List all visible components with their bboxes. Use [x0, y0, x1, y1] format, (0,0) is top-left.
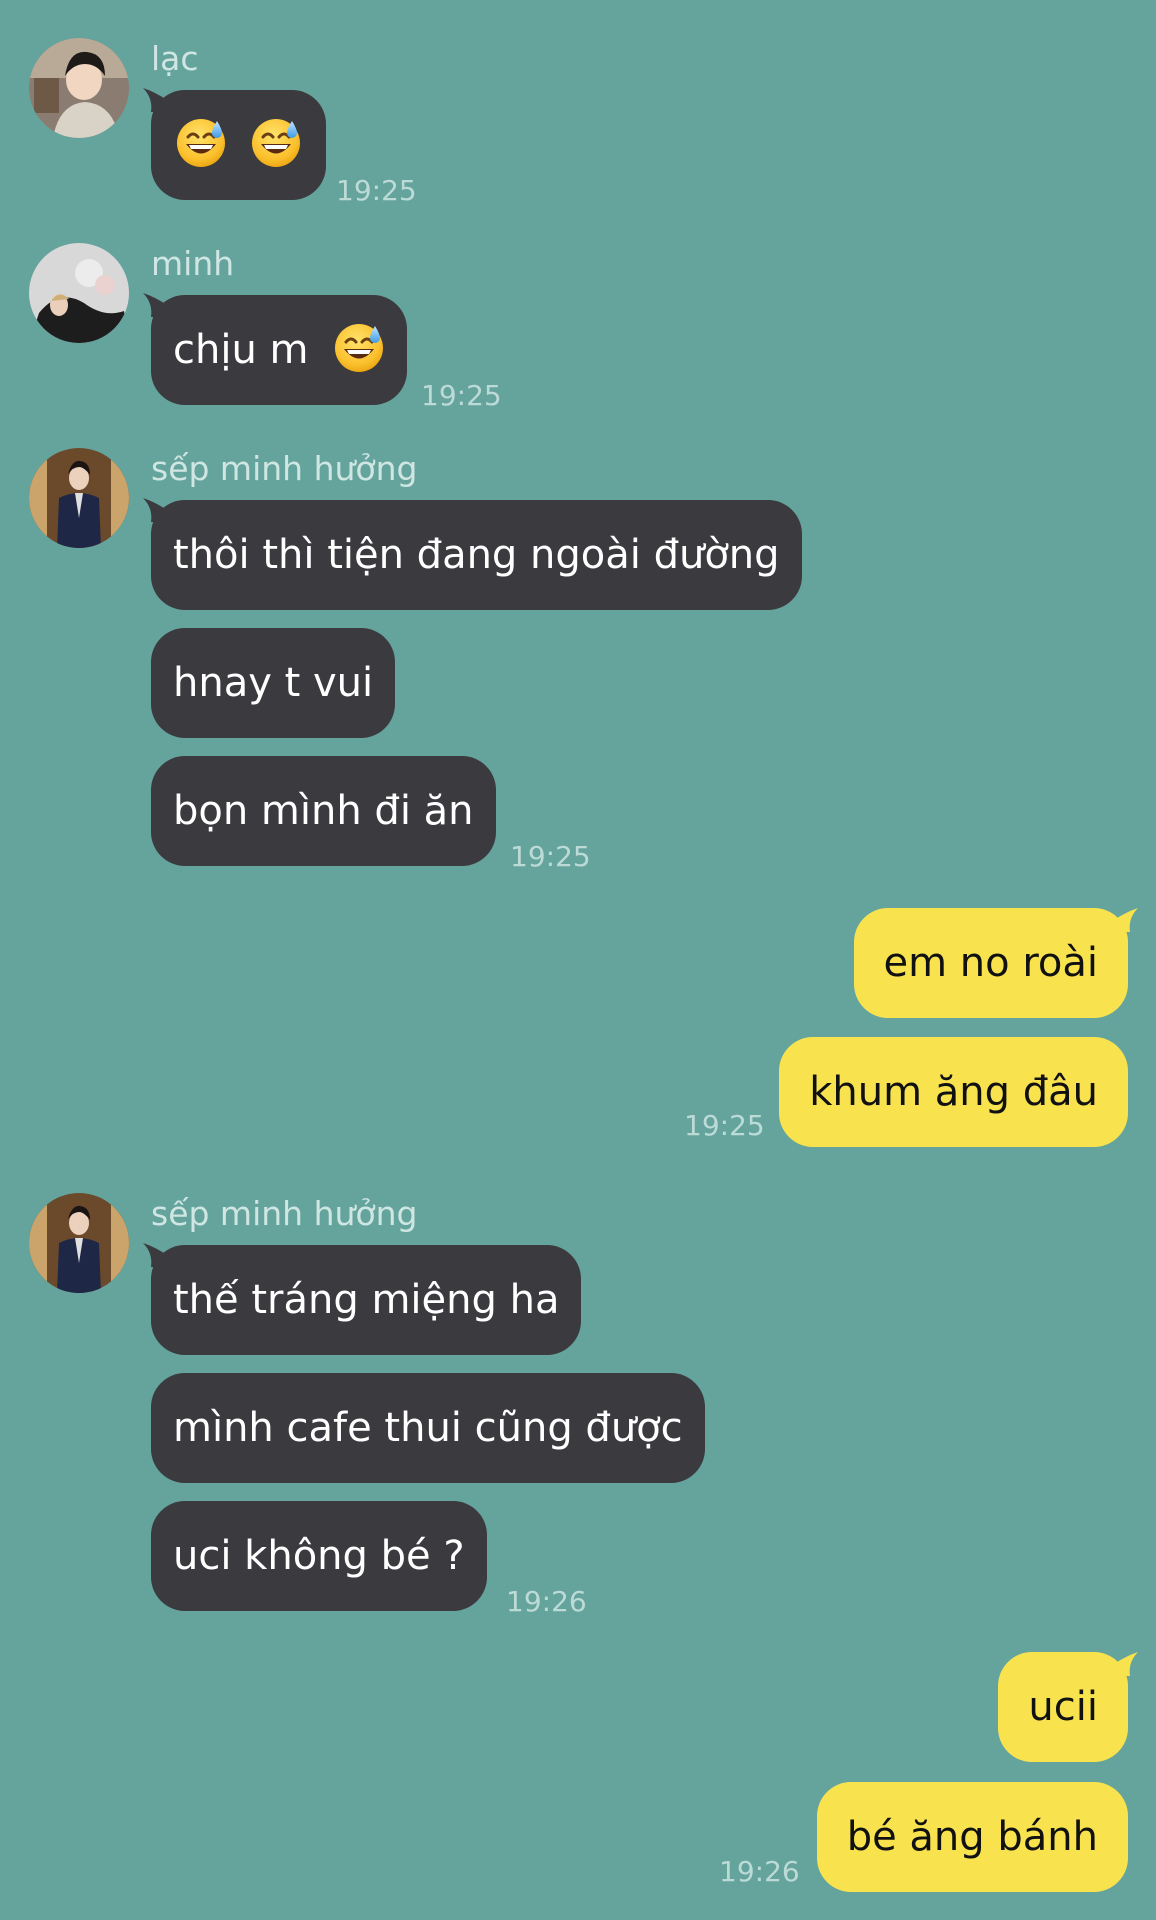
timestamp: 19:26: [719, 1855, 800, 1888]
timestamp: 19:25: [421, 379, 502, 412]
sender-name: lạc: [151, 39, 199, 78]
grinning-sweat-icon: [250, 117, 302, 169]
sender-name: minh: [151, 244, 235, 283]
message-text: chịu m: [173, 327, 309, 373]
message-bubble-outgoing[interactable]: bé ăng bánh: [816, 1782, 1128, 1892]
sender-name: sếp minh hưởng: [151, 449, 418, 488]
timestamp: 19:25: [510, 840, 591, 873]
message-bubble[interactable]: chịu m: [151, 295, 408, 405]
message-bubble-outgoing[interactable]: khum ăng đâu: [779, 1037, 1128, 1147]
timestamp: 19:25: [684, 1109, 765, 1142]
timestamp: 19:25: [336, 174, 417, 207]
avatar-sep-minh-huong[interactable]: [29, 1193, 129, 1293]
message-bubble[interactable]: mình cafe thui cũng được: [151, 1373, 705, 1483]
timestamp: 19:26: [506, 1585, 587, 1618]
avatar-lac[interactable]: [29, 38, 129, 138]
message-bubble[interactable]: [151, 90, 326, 200]
avatar-minh[interactable]: [29, 243, 129, 343]
grinning-sweat-icon: [175, 117, 227, 169]
message-bubble-outgoing[interactable]: ucii: [998, 1652, 1128, 1762]
message-bubble[interactable]: thôi thì tiện đang ngoài đường: [151, 500, 802, 610]
message-bubble[interactable]: thế tráng miệng ha: [151, 1245, 582, 1355]
message-bubble[interactable]: bọn mình đi ăn: [151, 756, 496, 866]
avatar-sep-minh-huong[interactable]: [29, 448, 129, 548]
grinning-sweat-icon: [333, 322, 385, 374]
message-bubble[interactable]: uci không bé ?: [151, 1501, 487, 1611]
message-bubble[interactable]: hnay t vui: [151, 628, 396, 738]
sender-name: sếp minh hưởng: [151, 1194, 418, 1233]
message-bubble-outgoing[interactable]: em no roài: [853, 908, 1128, 1018]
